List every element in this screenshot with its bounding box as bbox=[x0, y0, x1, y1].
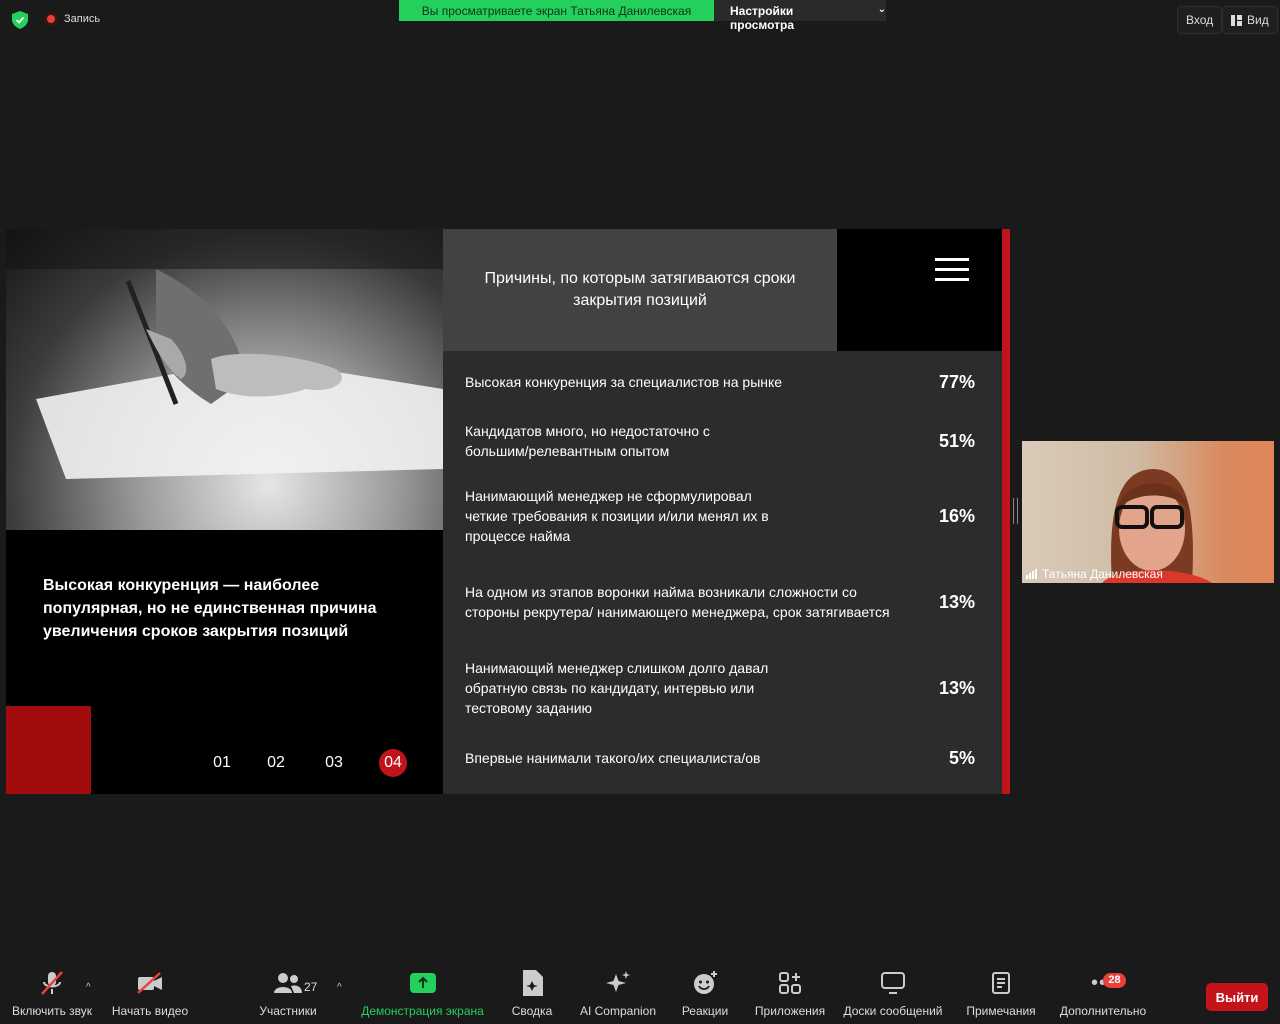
reason-row: Кандидатов много, но недостаточно с боль… bbox=[465, 421, 975, 461]
view-button[interactable]: Вид bbox=[1222, 6, 1278, 34]
record-icon bbox=[44, 12, 58, 26]
apps-label: Приложения bbox=[754, 1004, 826, 1018]
signal-icon bbox=[1026, 569, 1037, 579]
apps-icon bbox=[779, 972, 801, 994]
apps-button[interactable]: Приложения bbox=[752, 968, 828, 1018]
view-settings-button[interactable]: Настройки просмотра ⌄ bbox=[714, 0, 886, 32]
reason-value: 13% bbox=[938, 591, 975, 612]
participant-name-label: Татьяна Данилевская bbox=[1026, 567, 1163, 581]
whiteboard-icon bbox=[881, 972, 905, 994]
reason-value: 16% bbox=[938, 505, 975, 526]
slide-photo bbox=[6, 229, 443, 530]
notes-button[interactable]: Примечания bbox=[964, 968, 1038, 1018]
share-screen-icon bbox=[409, 973, 436, 993]
summary-label: Сводка bbox=[511, 1004, 553, 1018]
participant-video[interactable]: Татьяна Данилевская bbox=[1022, 441, 1274, 583]
microphone-muted-icon bbox=[41, 971, 63, 995]
shared-slide: Высокая конкуренция — наиболее популярна… bbox=[6, 229, 1010, 794]
slide-page-01[interactable]: 01 bbox=[208, 749, 236, 777]
grid-icon bbox=[1231, 14, 1242, 26]
notes-icon bbox=[992, 972, 1010, 994]
resize-handle[interactable] bbox=[1013, 498, 1018, 524]
start-video-button[interactable]: Начать видео bbox=[110, 968, 190, 1018]
view-label: Вид bbox=[1247, 13, 1269, 27]
more-notification-badge: 28 bbox=[1103, 973, 1126, 988]
red-accent-block bbox=[6, 706, 91, 794]
participant-avatar bbox=[1102, 469, 1212, 583]
notes-label: Примечания bbox=[966, 1004, 1036, 1018]
slide-red-edge bbox=[1002, 229, 1010, 794]
unmute-label: Включить звук bbox=[11, 1004, 93, 1018]
view-settings-label: Настройки просмотра bbox=[730, 4, 795, 32]
participants-label: Участники bbox=[259, 1004, 317, 1018]
participants-count: 27 bbox=[304, 980, 318, 994]
whiteboards-button[interactable]: Доски сообщений bbox=[842, 968, 944, 1018]
recording-label: Запись bbox=[64, 13, 101, 25]
top-bar: Запись Вы просматриваете экран Татьяна Д… bbox=[0, 0, 1280, 40]
ai-companion-button[interactable]: AI Companion bbox=[578, 968, 658, 1018]
reason-row: Нанимающий менеджер слишком долго давал … bbox=[465, 658, 975, 718]
chevron-down-icon: ⌄ bbox=[877, 4, 886, 15]
enter-button[interactable]: Вход bbox=[1177, 6, 1223, 34]
reason-label: Нанимающий менеджер слишком долго давал … bbox=[465, 660, 769, 716]
meeting-toolbar: Включить звук ^ Начать видео Участники 2… bbox=[0, 968, 1280, 1024]
viewing-banner-text: Вы просматриваете экран Татьяна Данилевс… bbox=[399, 0, 714, 21]
slide-reasons-panel: Причины, по которым затягиваются сроки з… bbox=[443, 229, 1002, 794]
participant-name: Татьяна Данилевская bbox=[1042, 567, 1163, 581]
reason-row: Впервые нанимали такого/их специалиста/о… bbox=[465, 745, 975, 771]
more-label: Дополнительно bbox=[1059, 1004, 1147, 1018]
slide-left-text: Высокая конкуренция — наиболее популярна… bbox=[43, 577, 377, 640]
leave-button[interactable]: Выйти bbox=[1206, 983, 1268, 1011]
enter-label: Вход bbox=[1186, 13, 1214, 27]
reason-row: Нанимающий менеджер не сформулировал чет… bbox=[465, 486, 975, 546]
unmute-button[interactable]: Включить звук bbox=[10, 968, 94, 1018]
reactions-label: Реакции bbox=[681, 1004, 729, 1018]
reason-value: 77% bbox=[938, 371, 975, 392]
reason-label: Высокая конкуренция за специалистов на р… bbox=[465, 374, 783, 390]
sparkle-icon bbox=[606, 971, 630, 992]
reason-row: Высокая конкуренция за специалистов на р… bbox=[465, 369, 975, 395]
summary-button[interactable]: Сводка bbox=[509, 968, 555, 1018]
emoji-icon bbox=[694, 971, 717, 994]
participants-icon bbox=[274, 973, 302, 993]
hand-writing-illustration bbox=[6, 229, 443, 479]
slide-menu-box bbox=[837, 229, 1002, 351]
chevron-up-icon[interactable]: ^ bbox=[86, 982, 91, 993]
slide-page-03[interactable]: 03 bbox=[320, 749, 348, 777]
reactions-button[interactable]: Реакции bbox=[680, 968, 730, 1018]
slide-page-02[interactable]: 02 bbox=[262, 749, 290, 777]
camera-off-icon bbox=[137, 972, 162, 994]
recording-indicator[interactable]: Запись bbox=[44, 12, 100, 26]
slide-page-04[interactable]: 04 bbox=[379, 749, 407, 777]
more-button[interactable]: ••• Дополнительно bbox=[1057, 968, 1149, 1019]
summary-icon bbox=[523, 970, 543, 996]
slide-title: Причины, по которым затягиваются сроки з… bbox=[443, 229, 837, 351]
share-screen-label: Демонстрация экрана bbox=[361, 1004, 484, 1018]
reason-label: Нанимающий менеджер не сформулировал чет… bbox=[465, 488, 769, 544]
start-video-label: Начать видео bbox=[111, 1004, 189, 1018]
reason-label: Кандидатов много, но недостаточно с боль… bbox=[465, 423, 710, 459]
share-screen-button[interactable]: Демонстрация экрана bbox=[360, 968, 485, 1018]
reason-label: На одном из этапов воронки найма возника… bbox=[465, 584, 890, 620]
reason-value: 51% bbox=[938, 430, 975, 451]
hamburger-icon bbox=[935, 258, 969, 282]
shield-icon[interactable] bbox=[12, 11, 28, 29]
reason-label: Впервые нанимали такого/их специалиста/о… bbox=[465, 750, 761, 766]
ai-companion-label: AI Companion bbox=[579, 1004, 657, 1018]
reason-value: 5% bbox=[948, 747, 975, 768]
reason-value: 13% bbox=[938, 677, 975, 698]
whiteboards-label: Доски сообщений bbox=[843, 1004, 943, 1018]
chevron-up-icon[interactable]: ^ bbox=[337, 982, 342, 993]
reason-row: На одном из этапов воронки найма возника… bbox=[465, 572, 975, 632]
viewing-banner: Вы просматриваете экран Татьяна Данилевс… bbox=[399, 0, 886, 32]
